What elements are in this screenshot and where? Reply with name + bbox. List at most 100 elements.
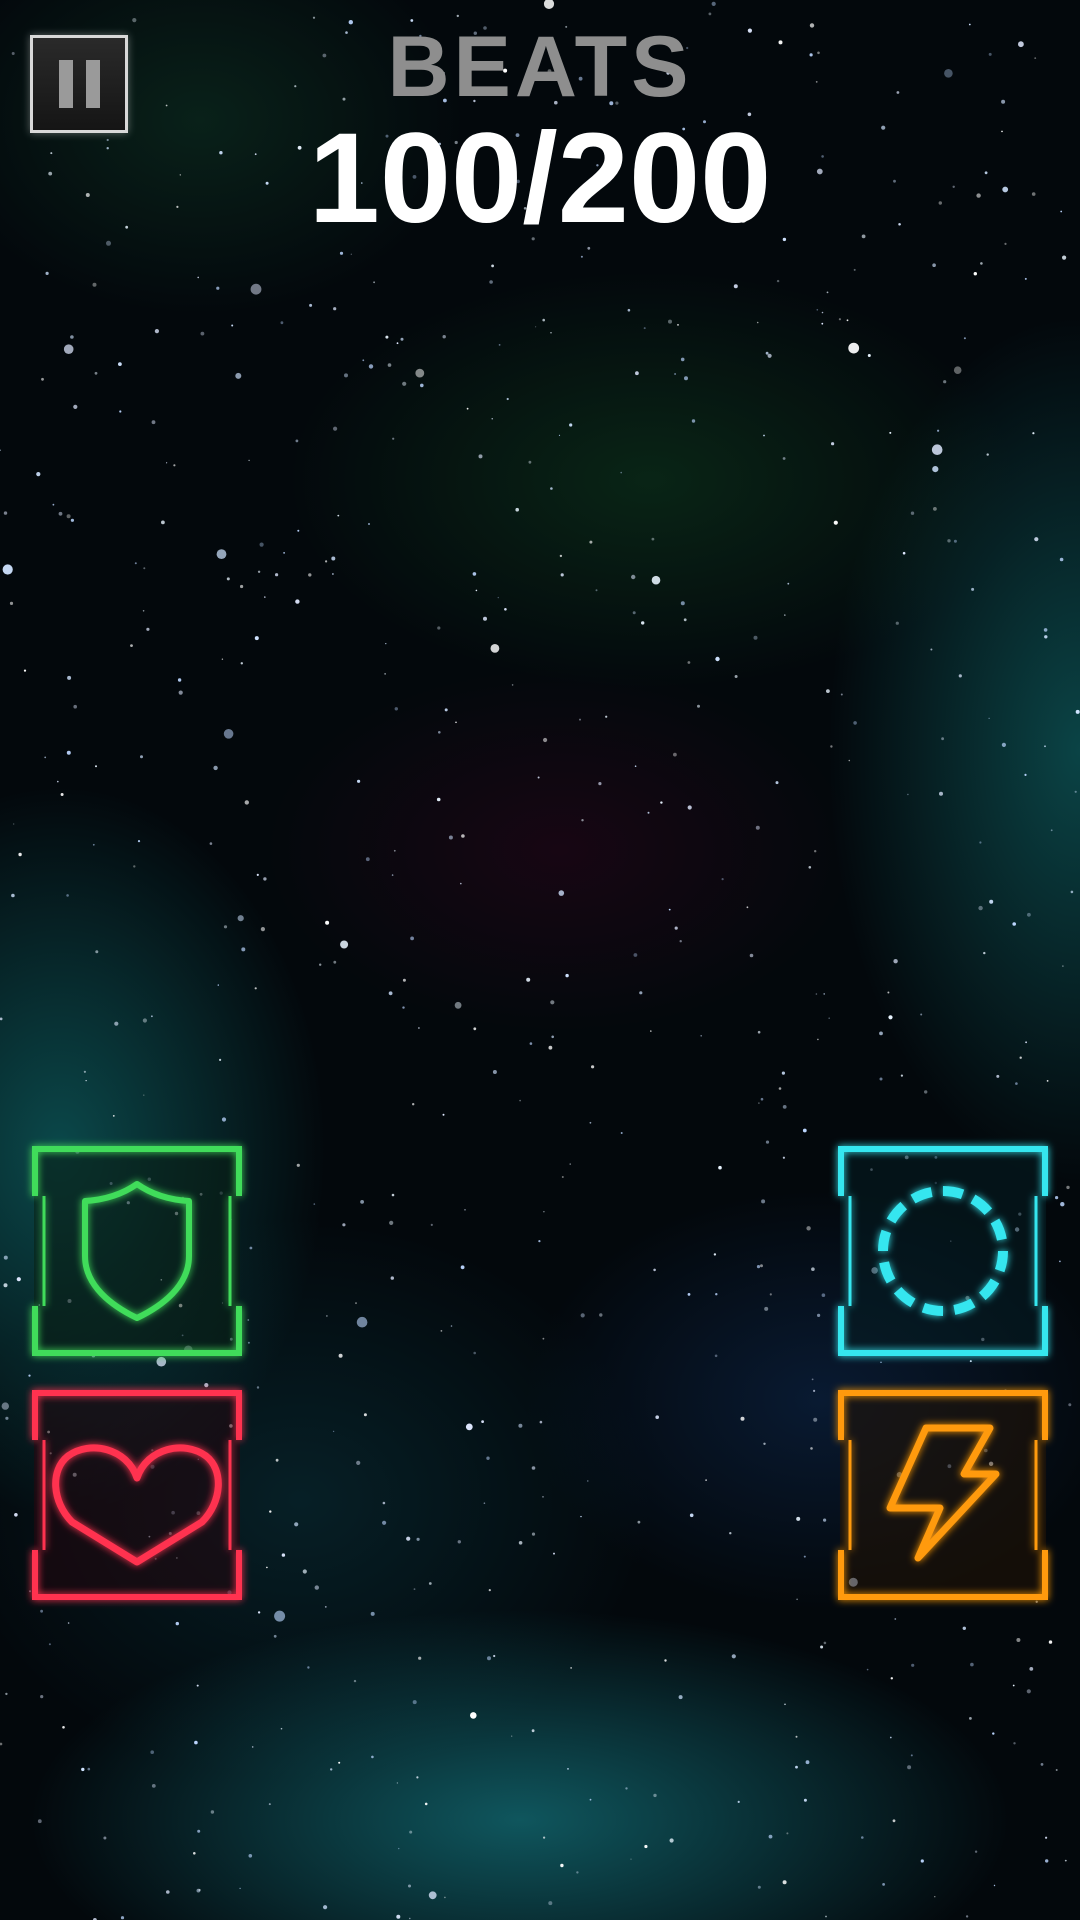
star xyxy=(52,503,55,506)
star xyxy=(910,511,915,515)
star xyxy=(342,1223,346,1227)
star xyxy=(368,523,370,525)
star xyxy=(240,584,244,589)
star xyxy=(825,1915,827,1918)
star xyxy=(591,1065,595,1069)
star xyxy=(543,737,548,743)
star xyxy=(475,589,478,592)
star xyxy=(821,1293,826,1297)
star xyxy=(674,373,677,375)
slow-time-powerup-button[interactable] xyxy=(838,1146,1048,1356)
star xyxy=(1,1402,9,1410)
star xyxy=(1019,1056,1022,1059)
star xyxy=(782,1156,786,1159)
star xyxy=(350,253,352,255)
star xyxy=(711,1,716,6)
star xyxy=(558,890,565,896)
star xyxy=(400,337,404,341)
star xyxy=(1015,1082,1018,1085)
star xyxy=(639,991,643,995)
star xyxy=(48,1643,51,1646)
star xyxy=(758,1102,760,1104)
star xyxy=(689,1513,694,1518)
star xyxy=(360,1200,364,1204)
star xyxy=(424,1802,428,1806)
star xyxy=(740,1416,745,1421)
star xyxy=(879,1031,883,1036)
star xyxy=(1068,1403,1072,1407)
star xyxy=(409,1830,413,1834)
star xyxy=(721,878,724,881)
star xyxy=(280,1727,283,1730)
star xyxy=(492,1070,497,1074)
star xyxy=(450,1325,453,1327)
star xyxy=(67,675,72,680)
star xyxy=(778,1087,782,1090)
star xyxy=(248,459,250,462)
star xyxy=(570,1667,572,1669)
star xyxy=(257,570,261,573)
star xyxy=(483,1502,486,1504)
shield-powerup-button[interactable] xyxy=(32,1146,242,1356)
star xyxy=(428,1582,432,1585)
star xyxy=(1062,255,1067,260)
star xyxy=(993,1884,996,1887)
star xyxy=(118,362,122,366)
star xyxy=(412,1700,417,1705)
star xyxy=(396,342,399,345)
lightning-powerup-button[interactable] xyxy=(838,1390,1048,1600)
star xyxy=(396,1914,401,1919)
star xyxy=(415,368,425,378)
star xyxy=(428,1891,437,1900)
star xyxy=(223,729,234,739)
star xyxy=(294,1522,299,1527)
heart-powerup-button[interactable] xyxy=(32,1390,242,1600)
star xyxy=(150,1750,154,1754)
star xyxy=(803,1555,806,1558)
star xyxy=(932,263,936,268)
star xyxy=(817,1313,821,1317)
star xyxy=(120,1916,125,1920)
space-background xyxy=(0,0,1080,1920)
star xyxy=(548,1901,553,1906)
star xyxy=(765,1140,770,1144)
star xyxy=(216,286,220,290)
star xyxy=(632,611,636,615)
star xyxy=(595,589,598,592)
star xyxy=(14,1513,18,1517)
star xyxy=(254,636,259,641)
star xyxy=(1059,1260,1061,1263)
star xyxy=(154,329,159,334)
star xyxy=(490,644,500,653)
star xyxy=(389,1220,394,1225)
star xyxy=(983,951,986,955)
star xyxy=(543,1211,545,1213)
star xyxy=(244,800,249,805)
star xyxy=(142,610,145,612)
star xyxy=(795,1735,798,1738)
star xyxy=(729,1532,732,1535)
star xyxy=(465,1423,473,1431)
star xyxy=(489,280,493,284)
star xyxy=(934,1896,936,1898)
star xyxy=(209,842,213,845)
star xyxy=(589,540,593,544)
star xyxy=(391,874,394,876)
star xyxy=(1064,1859,1067,1862)
beats-counter: BEATS 100/200 xyxy=(0,22,1080,244)
star xyxy=(87,1767,91,1771)
star xyxy=(58,511,63,516)
star xyxy=(599,1313,603,1317)
star xyxy=(339,251,344,255)
star xyxy=(193,1852,196,1855)
star xyxy=(559,554,563,558)
star xyxy=(647,811,650,814)
star xyxy=(920,1013,923,1016)
star xyxy=(332,573,334,575)
star xyxy=(969,1360,972,1363)
star xyxy=(472,572,477,576)
star xyxy=(219,1058,222,1061)
star xyxy=(175,1621,179,1626)
star xyxy=(44,756,47,759)
star xyxy=(60,793,64,796)
